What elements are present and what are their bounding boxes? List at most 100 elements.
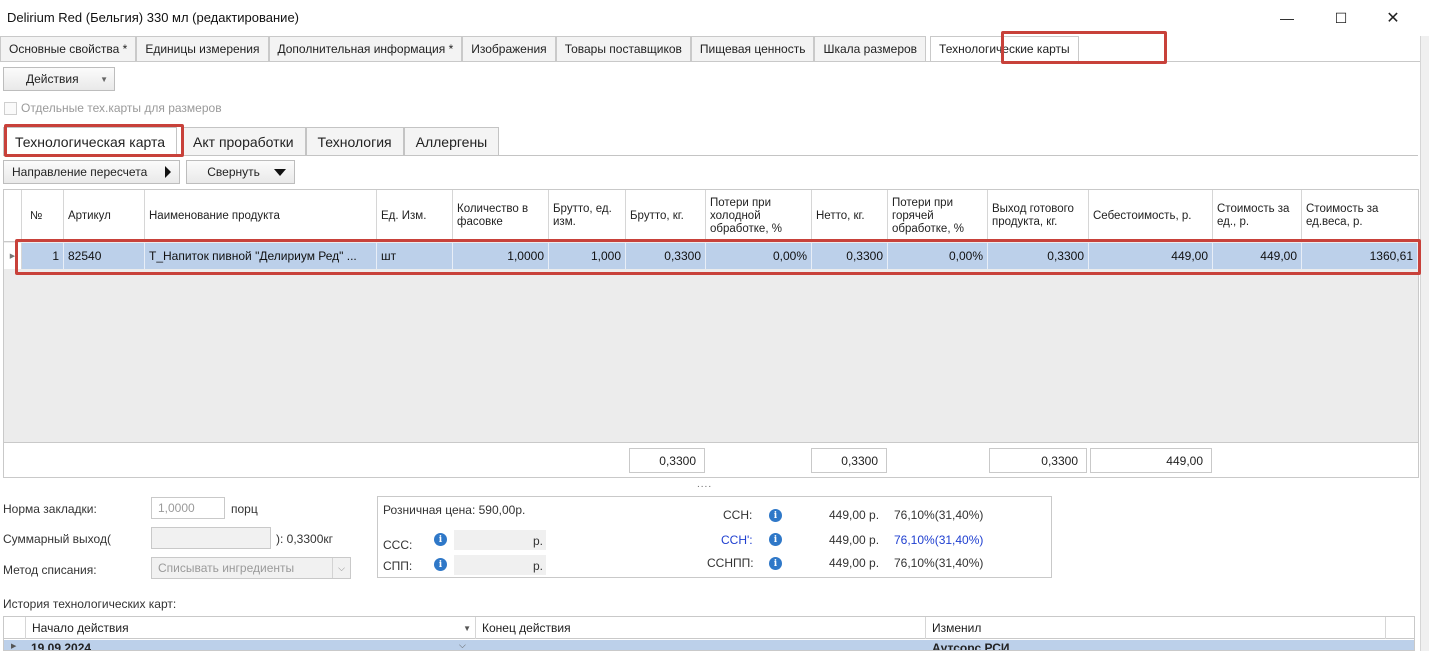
tab-technology[interactable]: Технология — [305, 127, 404, 155]
ssnpp-label: ССНПП: — [707, 556, 754, 570]
header-article[interactable]: Артикул — [64, 190, 145, 242]
method-select[interactable]: Списывать ингредиенты ⌵ — [151, 557, 351, 579]
history-changed-cell: Аутсорс РСИ — [932, 641, 1010, 651]
chevron-down-icon — [273, 168, 286, 176]
method-value: Списывать ингредиенты — [158, 561, 295, 575]
divider — [0, 61, 1420, 62]
minimize-icon: — — [1280, 10, 1294, 26]
norma-input[interactable]: 1,0000 — [151, 497, 225, 519]
header-cold-loss[interactable]: Потери при холодной обработке, % — [706, 190, 812, 242]
highlight-row — [15, 239, 1421, 275]
info-icon[interactable]: i — [434, 533, 447, 546]
history-start-label: Начало действия — [32, 621, 129, 635]
divider — [3, 155, 1418, 156]
chevron-down-icon: ⌵ — [332, 558, 350, 578]
ssc-unit: р. — [533, 534, 544, 548]
header-qty[interactable]: Количество в фасовке — [453, 190, 549, 242]
header-gross-kg[interactable]: Брутто, кг. — [626, 190, 706, 242]
header-net[interactable]: Нетто, кг. — [812, 190, 888, 242]
history-header-start[interactable]: Начало действия ▼ — [26, 617, 476, 639]
separate-cards-label: Отдельные тех.карты для размеров — [21, 101, 222, 115]
header-price-unit[interactable]: Стоимость за ед., р. — [1213, 190, 1302, 242]
history-header-changed[interactable]: Изменил — [926, 617, 1386, 639]
info-icon[interactable]: i — [769, 509, 782, 522]
tab-allergens[interactable]: Аллергены — [403, 127, 500, 155]
maximize-icon: ☐ — [1334, 9, 1348, 26]
footer-gross-kg: 0,3300 — [629, 448, 705, 473]
header-gross-unit[interactable]: Брутто, ед. изм. — [549, 190, 626, 242]
header-hot-loss[interactable]: Потери при горячей обработке, % — [888, 190, 988, 242]
history-header-end[interactable]: Конец действия — [476, 617, 926, 639]
chevron-down-icon: ▼ — [100, 75, 108, 84]
ssn-label: ССН: — [723, 508, 753, 522]
highlight-tech-card-tab — [4, 124, 184, 157]
close-button[interactable]: ✕ — [1370, 6, 1416, 30]
date-dropdown-icon[interactable]: ⌵ — [459, 640, 466, 650]
collapse-button[interactable]: Свернуть — [186, 160, 295, 184]
maximize-button[interactable]: ☐ — [1318, 6, 1364, 30]
spp-unit: р. — [533, 559, 544, 573]
top-tabs: Основные свойства * Единицы измерения До… — [0, 36, 1079, 62]
ssn-percent: 76,10%(31,40%) — [894, 508, 984, 522]
footer-net: 0,3300 — [811, 448, 887, 473]
spp-label: СПП: — [383, 559, 413, 573]
header-cost[interactable]: Себестоимость, р. — [1089, 190, 1213, 242]
actions-label: Действия — [26, 72, 79, 86]
tab-supplier-goods[interactable]: Товары поставщиков — [555, 36, 691, 61]
history-label: История технологических карт: — [3, 597, 177, 611]
grid-toolbar: Направление пересчета Свернуть — [3, 160, 301, 184]
header-unit[interactable]: Ед. Изм. — [377, 190, 453, 242]
grid-footer: 0,3300 0,3300 0,3300 449,00 — [4, 442, 1418, 477]
window-title: Delirium Red (Бельгия) 330 мл (редактиро… — [7, 10, 299, 25]
ssc-label: ССС: — [383, 538, 413, 552]
chevron-right-icon — [165, 166, 172, 178]
info-icon[interactable]: i — [434, 558, 447, 571]
ingredients-grid: № Артикул Наименование продукта Ед. Изм.… — [3, 189, 1419, 478]
grid-header: № Артикул Наименование продукта Ед. Изм.… — [4, 190, 1418, 242]
info-icon[interactable]: i — [769, 557, 782, 570]
price-panel: Розничная цена: 590,00р. ССС: i р. СПП: … — [377, 496, 1052, 578]
recalc-direction-label: Направление пересчета — [12, 165, 148, 179]
ssn2-percent[interactable]: 76,10%(31,40%) — [894, 533, 983, 547]
sum-suffix: ): 0,3300кг — [276, 532, 333, 546]
actions-dropdown[interactable]: Действия ▼ — [3, 67, 115, 91]
info-icon[interactable]: i — [769, 533, 782, 546]
sum-label: Суммарный выход( — [3, 532, 111, 546]
highlight-tech-cards-tab — [1001, 31, 1167, 64]
norma-unit: порц — [231, 502, 258, 516]
collapse-label: Свернуть — [207, 165, 260, 179]
tab-size-scale[interactable]: Шкала размеров — [814, 36, 927, 61]
history-header-indicator — [4, 617, 26, 639]
tab-units[interactable]: Единицы измерения — [136, 36, 269, 61]
tab-nutrition[interactable]: Пищевая ценность — [690, 36, 815, 61]
row-indicator-icon: ▶ — [11, 643, 17, 650]
method-label: Метод списания: — [3, 563, 97, 577]
tab-act[interactable]: Акт проработки — [181, 127, 306, 155]
header-indicator — [4, 190, 22, 242]
tab-main-properties[interactable]: Основные свойства * — [0, 36, 137, 61]
header-num[interactable]: № — [22, 190, 64, 242]
separate-cards-checkbox-row: Отдельные тех.карты для размеров — [4, 101, 222, 115]
ssn2-value: 449,00 р. — [829, 533, 880, 547]
history-grid: Начало действия ▼ Конец действия Изменил… — [3, 616, 1415, 651]
scrollbar[interactable] — [1420, 36, 1429, 651]
norma-label: Норма закладки: — [3, 502, 97, 516]
history-start-cell: 19.09.2024 — [31, 641, 92, 651]
recalc-direction-button[interactable]: Направление пересчета — [3, 160, 181, 184]
history-header: Начало действия ▼ Конец действия Изменил — [4, 617, 1414, 639]
splitter-handle[interactable]: .... — [697, 479, 712, 490]
retail-price: Розничная цена: 590,00р. — [383, 503, 526, 517]
separate-cards-checkbox[interactable] — [4, 101, 17, 115]
header-price-weight[interactable]: Стоимость за ед.веса, р. — [1302, 190, 1418, 242]
ssnpp-percent: 76,10%(31,40%) — [894, 556, 984, 570]
tab-images[interactable]: Изображения — [462, 36, 556, 61]
header-yield[interactable]: Выход готового продукта, кг. — [988, 190, 1089, 242]
sum-input — [151, 527, 271, 549]
ssn-value: 449,00 р. — [829, 508, 880, 522]
minimize-button[interactable]: — — [1264, 6, 1310, 30]
tab-additional-info[interactable]: Дополнительная информация * — [268, 36, 463, 61]
title-bar: Delirium Red (Бельгия) 330 мл (редактиро… — [0, 0, 1429, 36]
header-name[interactable]: Наименование продукта — [145, 190, 377, 242]
table-row[interactable]: ▶ 19.09.2024 ⌵ Аутсорс РСИ — [4, 640, 1414, 651]
sort-down-icon: ▼ — [463, 623, 471, 633]
